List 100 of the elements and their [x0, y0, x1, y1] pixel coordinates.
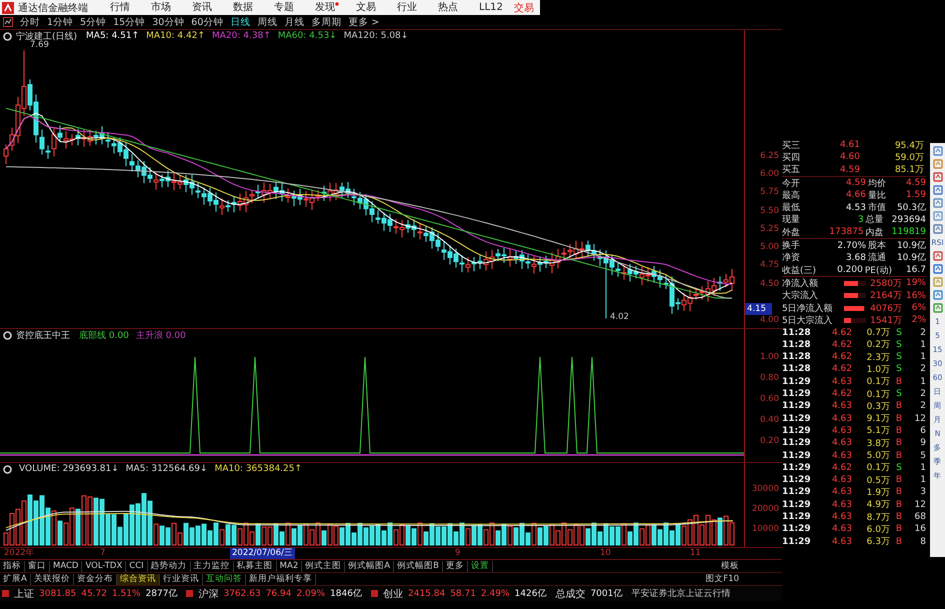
square-icon — [370, 590, 378, 597]
period-tab[interactable]: 日线 — [230, 16, 250, 28]
chart-title: 资控底王中王 — [16, 330, 70, 342]
tab[interactable]: 窗口 — [25, 560, 50, 572]
tick-time: 11:29 — [782, 462, 812, 473]
period-tab[interactable]: 多周期 — [311, 16, 342, 28]
toolbar-icon[interactable] — [932, 198, 942, 208]
tab[interactable]: 指标 — [0, 560, 25, 572]
tab[interactable]: 行业资讯 — [160, 574, 203, 584]
tab[interactable]: 例式幅图A — [345, 560, 394, 572]
tick-volume: 0.3万 — [866, 400, 890, 413]
menu-item[interactable]: 热点 — [438, 1, 462, 14]
order-volume: 95.4万 — [894, 140, 925, 152]
tick-side: B — [894, 500, 904, 510]
index-name[interactable]: 上证 — [14, 586, 34, 600]
price-tag: 4.15 — [745, 303, 772, 316]
tab[interactable]: 图文F10 — [702, 574, 742, 584]
period-tab[interactable]: 60分钟 — [191, 16, 224, 28]
toolbar-icon[interactable] — [932, 185, 942, 195]
toolbar-icon[interactable] — [932, 264, 942, 274]
index-name[interactable]: 沪深 — [198, 586, 218, 600]
menu-item[interactable]: 资讯 — [192, 1, 216, 14]
period-tab[interactable]: 更多 > — [348, 16, 380, 28]
tick-time: 11:29 — [782, 414, 812, 424]
price-label: 4.02 — [610, 312, 629, 322]
tick-side: S — [895, 340, 903, 350]
circle-icon[interactable] — [3, 32, 12, 40]
tick-side: B — [894, 536, 904, 547]
period-tab[interactable]: 30分钟 — [152, 16, 184, 28]
tick-count: 2 — [919, 389, 926, 400]
tab[interactable]: 设置 — [468, 560, 493, 572]
toolbar-icon[interactable] — [932, 224, 942, 234]
stat-value: 0.200 — [836, 265, 863, 276]
trade-button[interactable]: 交易 — [514, 0, 534, 14]
stat-value: 4.66 — [844, 190, 866, 200]
menu-item[interactable]: 数据 — [233, 1, 257, 14]
index-percent: 2.49% — [480, 588, 510, 598]
tick-volume: 1.9万 — [866, 486, 890, 499]
tick-volume: 2.3万 — [866, 352, 890, 364]
tick-count: 2 — [919, 401, 926, 412]
stat-label: 股本 — [868, 240, 887, 252]
tab[interactable]: 模板 — [718, 560, 742, 572]
tab[interactable]: 例式幅图B — [394, 560, 443, 572]
tab[interactable]: MA2 — [276, 560, 302, 572]
chart-title: 宁波建工(日线) — [16, 30, 78, 42]
index-name[interactable]: 创业 — [382, 586, 403, 600]
index-value: 3081.85 — [39, 588, 76, 598]
toolbar-icon[interactable] — [932, 251, 942, 261]
tab[interactable]: 扩展A — [0, 574, 31, 584]
tick-count: 1 — [919, 340, 926, 350]
toolbar-icon[interactable] — [932, 146, 942, 156]
toolbar-icon[interactable] — [932, 159, 942, 169]
stat-value: 4.53 — [844, 202, 866, 213]
axis-label: 10000 — [752, 523, 779, 535]
toolbar-icon[interactable] — [932, 303, 942, 313]
legend-value: 主升浪 0.00 — [136, 330, 186, 342]
tick-count: 12 — [914, 414, 926, 424]
order-price: 4.59 — [838, 164, 860, 175]
period-tab[interactable]: 月线 — [284, 16, 304, 28]
circle-icon[interactable] — [3, 464, 12, 474]
period-tab[interactable]: 5分钟 — [80, 16, 106, 28]
tab[interactable]: VOL-TDX — [82, 560, 126, 572]
axis-label: 0.40 — [760, 414, 779, 426]
menu-item[interactable]: 专题 — [274, 1, 298, 14]
menu-item[interactable]: 市场 — [151, 1, 175, 14]
axis-label: 4.00 — [760, 314, 779, 326]
tab[interactable]: 私募主图 — [234, 560, 277, 572]
tick-count: 8 — [919, 536, 926, 547]
tab[interactable]: 更多 — [442, 560, 468, 572]
tick-price: 4.63 — [830, 401, 852, 412]
tab[interactable]: 新用户福利专享 — [246, 574, 316, 584]
toolbar-icon[interactable] — [932, 277, 942, 287]
stat-label: 内盘 — [866, 226, 885, 239]
tab[interactable]: CCI — [126, 560, 148, 572]
menu-item[interactable]: 行业 — [397, 1, 421, 14]
stat-value: 119819 — [892, 227, 926, 238]
tab[interactable]: 例式主图 — [302, 560, 346, 572]
tick-side: B — [894, 512, 904, 522]
period-tab[interactable]: 周线 — [257, 16, 278, 28]
menu-item[interactable]: 文易 — [356, 1, 380, 14]
tick-time: 11:29 — [782, 536, 812, 547]
period-tab[interactable]: 15分钟 — [113, 16, 146, 28]
tab[interactable]: 关联报价 — [30, 574, 74, 584]
toolbar-icon[interactable] — [932, 290, 942, 300]
menu-item[interactable]: 行情 — [110, 1, 134, 14]
toolbar-icon[interactable] — [932, 172, 942, 182]
toolbar-icon[interactable] — [932, 211, 942, 221]
period-tab[interactable]: 分时 — [20, 16, 40, 28]
tick-price: 4.62 — [830, 389, 852, 400]
menu-item[interactable]: 发现 — [315, 1, 339, 14]
tick-price: 4.63 — [830, 450, 852, 461]
circle-icon[interactable] — [3, 330, 12, 340]
tab[interactable]: 互动问答 — [202, 574, 246, 584]
tab[interactable]: 主力监控 — [190, 560, 234, 572]
menu-item[interactable]: LL12 — [479, 1, 507, 14]
period-tab[interactable]: 1分钟 — [47, 16, 74, 28]
tab[interactable]: 综合资讯 — [116, 574, 160, 584]
tab[interactable]: 趋势动力 — [148, 560, 191, 572]
chart-type-icon[interactable] — [3, 17, 13, 27]
tab[interactable]: MACD — [50, 560, 82, 572]
